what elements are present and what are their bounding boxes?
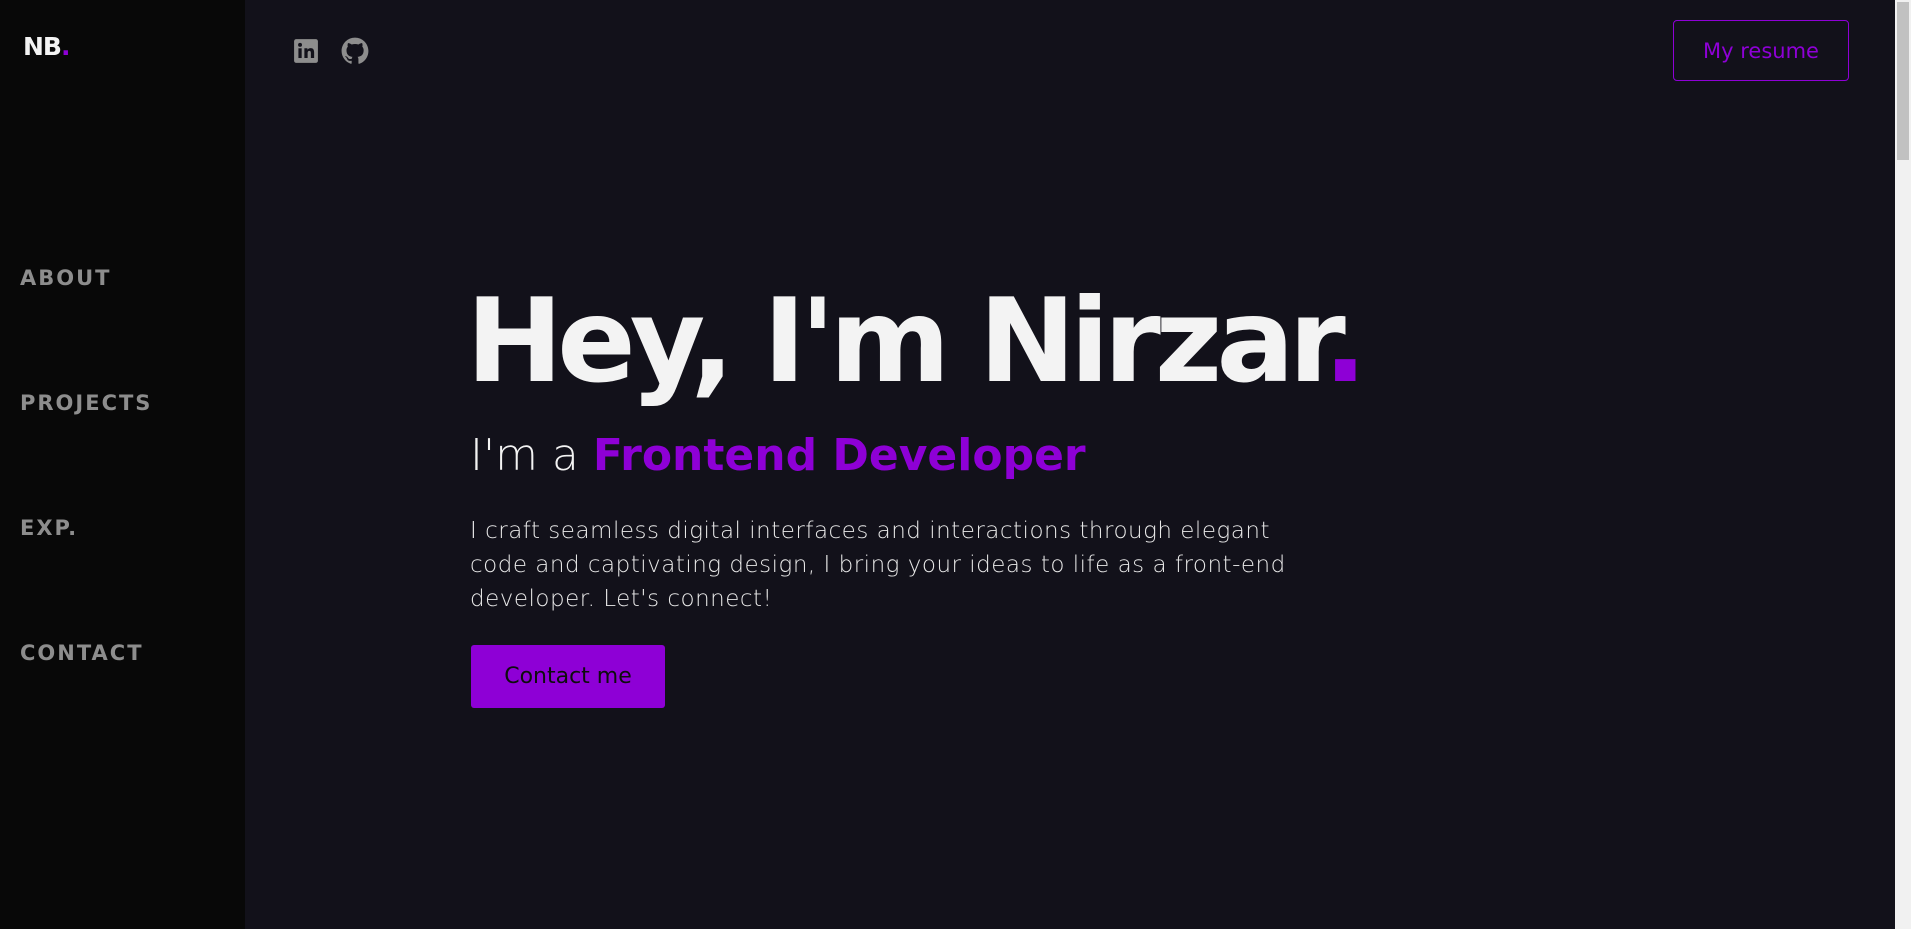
resume-button[interactable]: My resume [1673, 20, 1849, 81]
hero-title-dot: . [1323, 274, 1367, 409]
linkedin-link[interactable] [292, 37, 320, 65]
scrollbar-thumb[interactable] [1897, 2, 1909, 160]
logo-dot: . [60, 32, 70, 61]
github-icon [341, 37, 369, 64]
sidebar-item-experience[interactable]: EXP. [20, 518, 78, 539]
hero-title: Hey, I'm Nirzar. [466, 272, 1367, 411]
hero-description: I craft seamless digital interfaces and … [470, 518, 1286, 612]
hero-subtitle-prefix: I'm a [470, 430, 593, 481]
hero-subtitle: I'm a Frontend Developer [470, 430, 1086, 481]
linkedin-icon [294, 39, 318, 63]
logo-text: NB [23, 32, 62, 61]
hero-role: Frontend Developer [592, 430, 1086, 481]
sidebar-item-projects[interactable]: PROJECTS [20, 393, 152, 414]
contact-me-button[interactable]: Contact me [471, 645, 665, 708]
logo[interactable]: NB. [23, 32, 70, 61]
sidebar: NB. ABOUT PROJECTS EXP. CONTACT [0, 0, 245, 929]
github-link[interactable] [341, 37, 369, 65]
sidebar-item-about[interactable]: ABOUT [20, 268, 112, 289]
sidebar-item-contact[interactable]: CONTACT [20, 643, 144, 664]
hero-title-text: Hey, I'm Nirzar [466, 274, 1329, 409]
